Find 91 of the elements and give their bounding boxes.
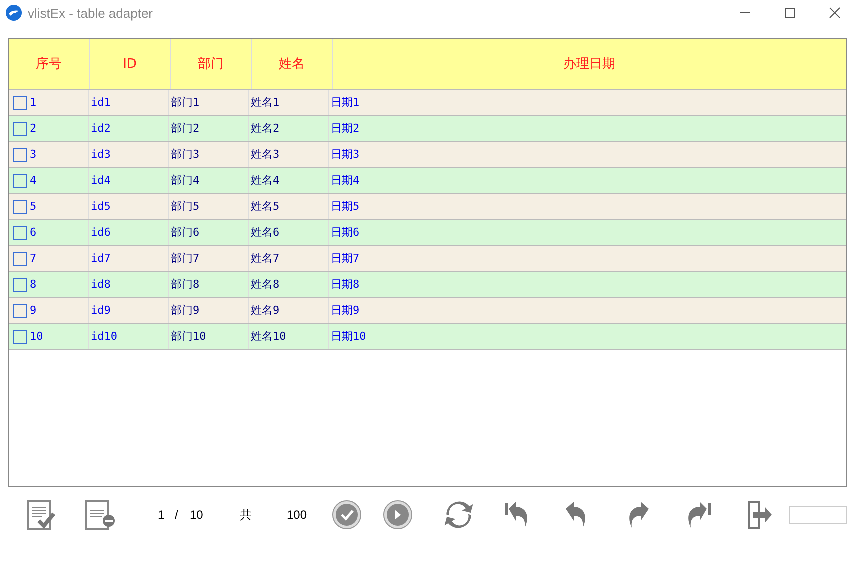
checkbox[interactable] bbox=[13, 226, 27, 240]
table-row[interactable]: 9 id9 部门9 姓名9 日期9 bbox=[9, 298, 846, 324]
checkbox[interactable] bbox=[13, 174, 27, 188]
table-cell: 9 bbox=[30, 304, 37, 317]
table-cell: 2 bbox=[30, 122, 37, 135]
column-header: 序号 bbox=[9, 39, 90, 89]
table-cell: 部门8 bbox=[171, 277, 200, 292]
table-cell: 部门7 bbox=[171, 251, 200, 266]
page-separator: / bbox=[175, 508, 178, 522]
page-input-field[interactable] bbox=[789, 506, 847, 524]
table-cell: 日期7 bbox=[331, 251, 360, 266]
table-cell: 姓名6 bbox=[251, 225, 280, 240]
table-cell: 部门1 bbox=[171, 95, 200, 110]
checkbox[interactable] bbox=[13, 122, 27, 136]
table-cell: 姓名1 bbox=[251, 95, 280, 110]
checkbox[interactable] bbox=[13, 252, 27, 266]
table-cell: 3 bbox=[30, 148, 37, 161]
table-cell: id2 bbox=[91, 122, 111, 135]
checkbox[interactable] bbox=[13, 304, 27, 318]
table-cell: 部门3 bbox=[171, 147, 200, 162]
app-logo-icon bbox=[6, 5, 22, 21]
table-row[interactable]: 6 id6 部门6 姓名6 日期6 bbox=[9, 220, 846, 246]
table-cell: id4 bbox=[91, 174, 111, 187]
column-header: 部门 bbox=[171, 39, 252, 89]
refresh-icon[interactable] bbox=[444, 500, 474, 530]
table-row[interactable]: 7 id7 部门7 姓名7 日期7 bbox=[9, 246, 846, 272]
table-cell: 部门4 bbox=[171, 173, 200, 188]
column-header: ID bbox=[90, 39, 171, 89]
close-icon[interactable] bbox=[829, 7, 841, 19]
table-cell: 姓名3 bbox=[251, 147, 280, 162]
table-row[interactable]: 5 id5 部门5 姓名5 日期5 bbox=[9, 194, 846, 220]
exit-icon[interactable] bbox=[745, 500, 775, 530]
table-cell: 部门5 bbox=[171, 199, 200, 214]
table-row[interactable]: 4 id4 部门4 姓名4 日期4 bbox=[9, 168, 846, 194]
table-cell: 日期4 bbox=[331, 173, 360, 188]
next-icon[interactable] bbox=[383, 500, 413, 530]
total-count: 100 bbox=[287, 508, 308, 522]
window-title: vlistEx - table adapter bbox=[28, 6, 154, 20]
maximize-icon[interactable] bbox=[784, 7, 796, 19]
checkbox[interactable] bbox=[13, 330, 27, 344]
confirm-icon[interactable] bbox=[332, 500, 362, 530]
checklist-icon[interactable] bbox=[26, 499, 58, 531]
table-cell: id10 bbox=[91, 330, 118, 343]
total-label: 共 bbox=[240, 506, 252, 524]
table-cell: id6 bbox=[91, 226, 111, 239]
table-row[interactable]: 8 id8 部门8 姓名8 日期8 bbox=[9, 272, 846, 298]
checkbox[interactable] bbox=[13, 96, 27, 110]
table-cell: id9 bbox=[91, 304, 111, 317]
table-cell: 日期3 bbox=[331, 147, 360, 162]
checkbox[interactable] bbox=[13, 200, 27, 214]
page-count: 10 bbox=[190, 508, 204, 522]
table-cell: 姓名2 bbox=[251, 121, 280, 136]
table-cell: 日期2 bbox=[331, 121, 360, 136]
document-remove-icon[interactable] bbox=[84, 499, 116, 531]
table-cell: 8 bbox=[30, 278, 37, 291]
table-cell: 姓名4 bbox=[251, 173, 280, 188]
table-cell: 6 bbox=[30, 226, 37, 239]
table-cell: 1 bbox=[30, 96, 37, 109]
table-cell: 4 bbox=[30, 174, 37, 187]
table-cell: id8 bbox=[91, 278, 111, 291]
column-header: 姓名 bbox=[252, 39, 333, 89]
table-cell: 姓名10 bbox=[251, 329, 286, 344]
table-cell: 日期6 bbox=[331, 225, 360, 240]
table-cell: id7 bbox=[91, 252, 111, 265]
table-row[interactable]: 3 id3 部门3 姓名3 日期3 bbox=[9, 142, 846, 168]
table-cell: 姓名8 bbox=[251, 277, 280, 292]
table-cell: 日期10 bbox=[331, 329, 366, 344]
table-cell: 日期1 bbox=[331, 95, 360, 110]
table-cell: 部门10 bbox=[171, 329, 206, 344]
table-cell: 10 bbox=[30, 330, 44, 343]
table-row[interactable]: 2 id2 部门2 姓名2 日期2 bbox=[9, 116, 846, 142]
table-cell: 部门9 bbox=[171, 303, 200, 318]
checkbox[interactable] bbox=[13, 148, 27, 162]
table-cell: 5 bbox=[30, 200, 37, 213]
table-cell: 姓名7 bbox=[251, 251, 280, 266]
table-cell: id3 bbox=[91, 148, 111, 161]
page-number: 1 bbox=[158, 508, 165, 522]
table-cell: 姓名9 bbox=[251, 303, 280, 318]
table-cell: 部门6 bbox=[171, 225, 200, 240]
table-cell: 7 bbox=[30, 252, 37, 265]
table-row[interactable]: 1 id1 部门1 姓名1 日期1 bbox=[9, 90, 846, 116]
table-cell: id1 bbox=[91, 96, 111, 109]
column-header: 办理日期 bbox=[562, 56, 616, 74]
table-cell: id5 bbox=[91, 200, 111, 213]
table-cell: 部门2 bbox=[171, 121, 200, 136]
table-cell: 日期5 bbox=[331, 199, 360, 214]
table-cell: 姓名5 bbox=[251, 199, 280, 214]
checkbox[interactable] bbox=[13, 278, 27, 292]
table-cell: 日期8 bbox=[331, 277, 360, 292]
table-row[interactable]: 10 id10 部门10 姓名10 日期10 bbox=[9, 324, 846, 350]
table-cell: 日期9 bbox=[331, 303, 360, 318]
